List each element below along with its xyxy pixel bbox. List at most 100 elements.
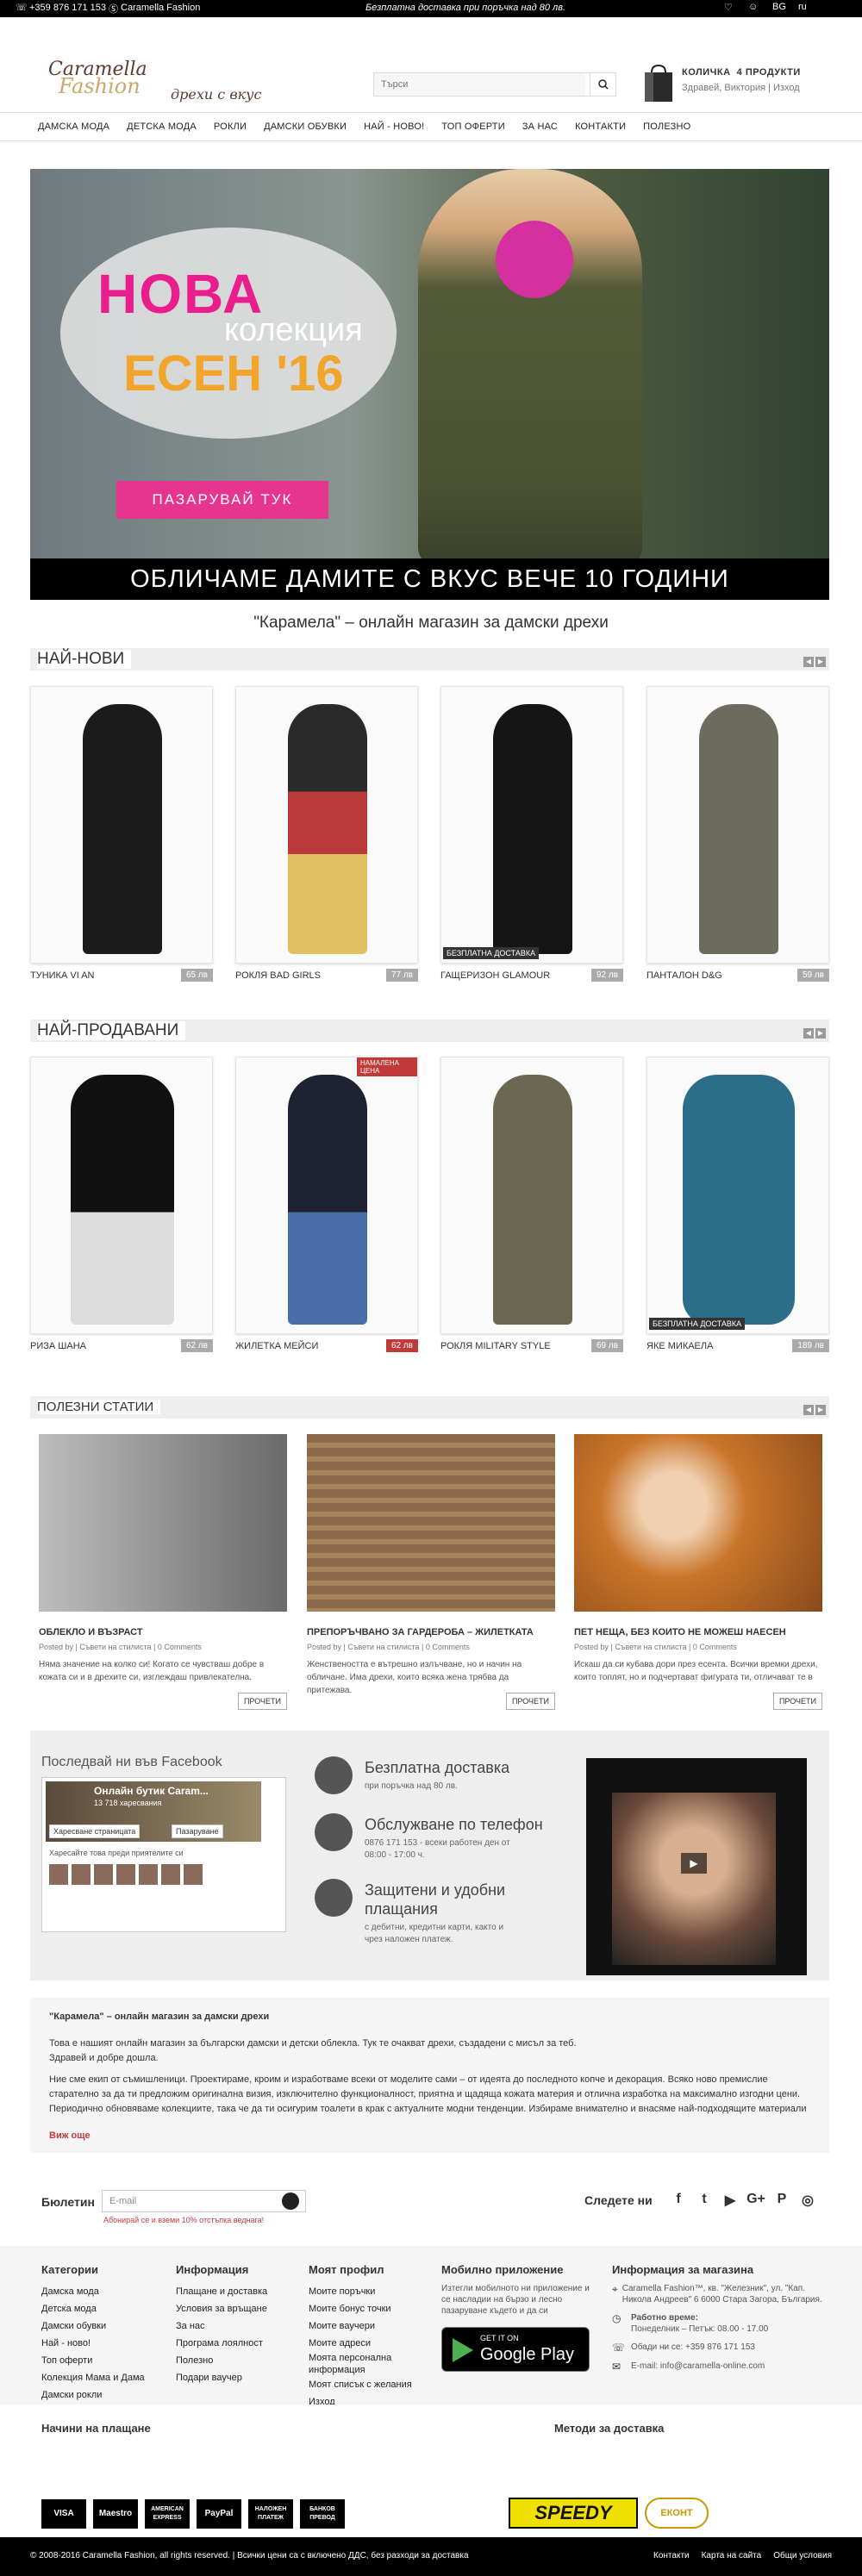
- top-phone[interactable]: +359 876 171 153: [29, 3, 106, 13]
- newsletter-submit-icon[interactable]: [282, 2192, 299, 2210]
- product-card[interactable]: ПАНТАЛОН D&G 59 лв: [646, 686, 829, 982]
- twitter-icon[interactable]: t: [694, 2192, 715, 2211]
- nav-item[interactable]: КОНТАКТИ: [575, 122, 626, 132]
- article-title[interactable]: ПРЕПОРЪЧВАНО ЗА ГАРДЕРОБА – ЖИЛЕТКАТА: [307, 1627, 555, 1637]
- see-more-link[interactable]: Виж още: [49, 2129, 810, 2143]
- footer-link[interactable]: Полезно: [176, 2352, 267, 2369]
- footer-link[interactable]: Плащане и доставка: [176, 2283, 267, 2300]
- product-name[interactable]: РИЗА ШАНА: [30, 1341, 86, 1351]
- article-image[interactable]: [307, 1434, 555, 1612]
- logout-link[interactable]: Изход: [773, 83, 800, 93]
- product-image[interactable]: [440, 1057, 623, 1334]
- read-more-button[interactable]: ПРОЧЕТИ: [772, 1693, 822, 1710]
- facebook-icon[interactable]: f: [668, 2192, 689, 2211]
- footer-link[interactable]: Моите поръчки: [309, 2283, 429, 2300]
- fb-page-name[interactable]: Онлайн бутик Caram...: [94, 1785, 209, 1797]
- article-title[interactable]: ПЕТ НЕЩА, БЕЗ КОИТО НЕ МОЖЕШ НАЕСЕН: [574, 1627, 822, 1637]
- footer-link[interactable]: Условия за връщане: [176, 2300, 267, 2317]
- footer-link[interactable]: Моите ваучери: [309, 2317, 429, 2335]
- next-arrow-icon[interactable]: ▶: [815, 1405, 826, 1415]
- next-arrow-icon[interactable]: ▶: [815, 657, 826, 667]
- product-card[interactable]: РИЗА ШАНА 62 лв: [30, 1057, 213, 1352]
- shop-now-button[interactable]: ПАЗАРУВАЙ ТУК: [116, 481, 328, 519]
- product-image[interactable]: [646, 686, 829, 964]
- product-name[interactable]: ТУНИКА VI AN: [30, 970, 94, 981]
- read-more-button[interactable]: ПРОЧЕТИ: [505, 1693, 555, 1710]
- play-icon[interactable]: ▶: [681, 1853, 707, 1874]
- instagram-icon[interactable]: ◎: [797, 2192, 818, 2211]
- product-name[interactable]: РОКЛЯ MILITARY STYLE: [440, 1341, 551, 1351]
- video-player[interactable]: ▶: [586, 1758, 807, 1975]
- product-card[interactable]: БЕЗПЛАТНА ДОСТАВКА ЯКЕ МИКАЕЛА 189 лв: [646, 1057, 829, 1352]
- product-image[interactable]: НАМАЛЕНА ЦЕНА: [235, 1057, 418, 1334]
- footer-link[interactable]: Моите бонус точки: [309, 2300, 429, 2317]
- youtube-icon[interactable]: ▶: [720, 2192, 740, 2211]
- nav-item[interactable]: ДАМСКИ ОБУВКИ: [264, 122, 347, 132]
- product-card[interactable]: БЕЗПЛАТНА ДОСТАВКА ГАЩЕРИЗОН GLAMOUR 92 …: [440, 686, 623, 982]
- site-logo[interactable]: Caramella Fashion: [41, 59, 147, 100]
- facebook-page-box[interactable]: Онлайн бутик Caram... 13 718 харесвания …: [41, 1777, 286, 1932]
- product-name[interactable]: ГАЩЕРИЗОН GLAMOUR: [440, 970, 550, 981]
- footer-link[interactable]: Дамска мода: [41, 2283, 145, 2300]
- nav-item[interactable]: НАЙ - НОВО!: [364, 122, 424, 132]
- nav-item[interactable]: ДЕТСКА МОДА: [127, 122, 197, 132]
- cart-info[interactable]: КОЛИЧКА 4 ПРОДУКТИ Здравей, Виктория | И…: [682, 67, 801, 93]
- footer-link[interactable]: Моите адреси: [309, 2335, 429, 2352]
- footer-link[interactable]: Колекция Мама и Дама: [41, 2369, 145, 2386]
- product-name[interactable]: ЯКЕ МИКАЕЛА: [646, 1341, 713, 1351]
- bottom-link[interactable]: Карта на сайта: [702, 2551, 762, 2560]
- nav-item[interactable]: ДАМСКА МОДА: [38, 122, 109, 132]
- product-card[interactable]: РОКЛЯ BAD GIRLS 77 лв: [235, 686, 418, 982]
- footer-link[interactable]: Най - ново!: [41, 2335, 145, 2352]
- read-more-button[interactable]: ПРОЧЕТИ: [237, 1693, 287, 1710]
- next-arrow-icon[interactable]: ▶: [815, 1028, 826, 1039]
- footer-link[interactable]: Моята персонална информация: [309, 2352, 429, 2376]
- cart-icon[interactable]: [641, 62, 676, 103]
- product-card[interactable]: РОКЛЯ MILITARY STYLE 69 лв: [440, 1057, 623, 1352]
- bottom-link[interactable]: Общи условия: [773, 2551, 832, 2560]
- footer-link[interactable]: Дамски рокли: [41, 2386, 145, 2404]
- footer-link[interactable]: Топ оферти: [41, 2352, 145, 2369]
- product-name[interactable]: РОКЛЯ BAD GIRLS: [235, 970, 321, 981]
- search-button[interactable]: [590, 73, 615, 96]
- product-image[interactable]: [30, 686, 213, 964]
- product-card[interactable]: НАМАЛЕНА ЦЕНА ЖИЛЕТКА МЕЙСИ 62 лв: [235, 1057, 418, 1352]
- product-image[interactable]: БЕЗПЛАТНА ДОСТАВКА: [440, 686, 623, 964]
- product-image[interactable]: БЕЗПЛАТНА ДОСТАВКА: [646, 1057, 829, 1334]
- google-plus-icon[interactable]: G+: [746, 2192, 766, 2211]
- product-name[interactable]: ПАНТАЛОН D&G: [646, 970, 722, 981]
- google-play-button[interactable]: GET IT ON Google Play: [441, 2327, 590, 2372]
- article-title[interactable]: ОБЛЕКЛО И ВЪЗРАСТ: [39, 1627, 287, 1637]
- product-card[interactable]: ТУНИКА VI AN 65 лв: [30, 686, 213, 982]
- user-icon[interactable]: ☺: [748, 2, 758, 12]
- fb-shop-button[interactable]: Пазаруване: [172, 1824, 223, 1838]
- prev-arrow-icon[interactable]: ◀: [803, 1405, 814, 1415]
- product-image[interactable]: [30, 1057, 213, 1334]
- nav-item[interactable]: ТОП ОФЕРТИ: [441, 122, 504, 132]
- top-skype[interactable]: Caramella Fashion: [121, 3, 200, 13]
- hero-banner[interactable]: НОВА колекция ЕСЕН '16 ПАЗАРУВАЙ ТУК ОБЛ…: [30, 169, 829, 600]
- product-image[interactable]: [235, 686, 418, 964]
- footer-link[interactable]: Дамски обувки: [41, 2317, 145, 2335]
- prev-arrow-icon[interactable]: ◀: [803, 657, 814, 667]
- footer-link[interactable]: Програма лоялност: [176, 2335, 267, 2352]
- language-select[interactable]: BG: [772, 2, 786, 12]
- nav-item[interactable]: ЗА НАС: [522, 122, 558, 132]
- nav-item[interactable]: РОКЛИ: [214, 122, 247, 132]
- bottom-link[interactable]: Контакти: [653, 2551, 690, 2560]
- search-input[interactable]: [374, 73, 585, 96]
- prev-arrow-icon[interactable]: ◀: [803, 1028, 814, 1039]
- fb-like-button[interactable]: Харесване страницата: [49, 1824, 141, 1838]
- article-image[interactable]: [574, 1434, 822, 1612]
- footer-link[interactable]: Детска мода: [41, 2300, 145, 2317]
- flag-ru-select[interactable]: ru: [798, 2, 807, 12]
- footer-link[interactable]: За нас: [176, 2317, 267, 2335]
- footer-link[interactable]: Моят списък с желания: [309, 2376, 429, 2393]
- newsletter-email-input[interactable]: E-mail: [102, 2190, 306, 2212]
- pinterest-icon[interactable]: P: [771, 2192, 792, 2211]
- nav-item[interactable]: ПОЛЕЗНО: [643, 122, 690, 132]
- heart-icon[interactable]: ♡: [724, 2, 733, 13]
- article-image[interactable]: [39, 1434, 287, 1612]
- footer-link[interactable]: Подари ваучер: [176, 2369, 267, 2386]
- product-name[interactable]: ЖИЛЕТКА МЕЙСИ: [235, 1341, 318, 1351]
